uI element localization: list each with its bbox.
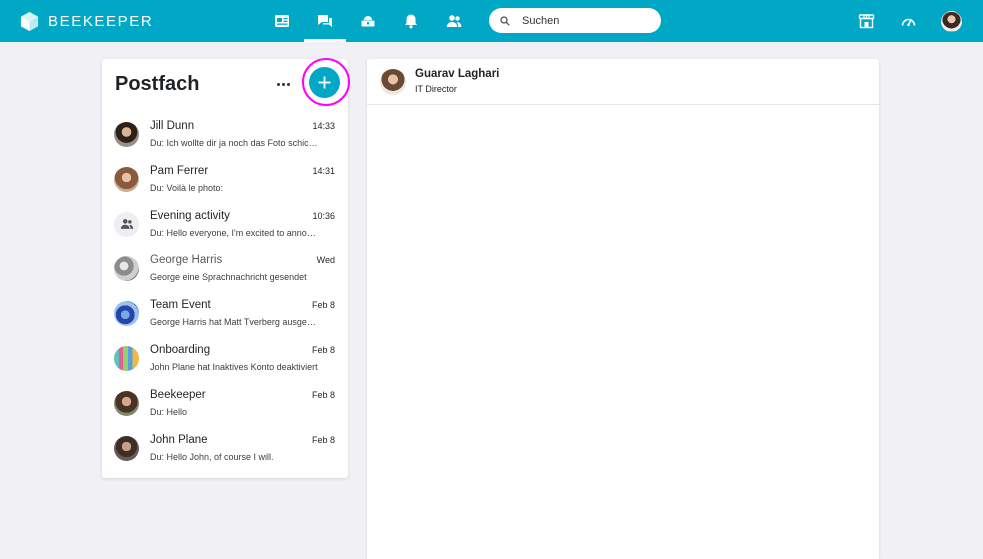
dashboard-button[interactable] xyxy=(891,0,925,42)
conversation-time: Wed xyxy=(316,255,335,266)
toolbox-icon xyxy=(361,16,375,27)
avatar xyxy=(114,390,139,416)
conversation-time: Feb 8 xyxy=(311,434,335,445)
contact-name[interactable]: Guarav Laghari xyxy=(415,68,499,80)
nav-chats[interactable] xyxy=(304,0,346,42)
nav-newsfeed[interactable] xyxy=(261,0,303,42)
user-avatar[interactable] xyxy=(941,11,962,32)
conversation-name: John Plane xyxy=(150,433,208,446)
inbox-title: Postfach xyxy=(115,73,200,95)
avatar xyxy=(114,256,139,282)
conversation-name: Beekeeper xyxy=(150,388,206,401)
more-dots-icon xyxy=(276,82,280,86)
conversation-item[interactable]: Jill Dunn 14:33 Du: Ich wollte dir ja no… xyxy=(102,115,348,160)
conversation-time: Feb 8 xyxy=(311,300,335,311)
conversation-time: Feb 8 xyxy=(311,344,335,355)
conversation-preview: Du: Hello everyone, I'm excited to annou… xyxy=(150,227,318,238)
conversation-item[interactable]: George Harris Wed George eine Sprachnach… xyxy=(102,249,348,294)
conversation-time: 10:36 xyxy=(312,210,335,221)
conversation-name: Evening activity xyxy=(150,209,230,222)
conversation-item[interactable]: Onboarding Feb 8 John Plane hat Inaktive… xyxy=(102,339,348,384)
conversation-time: Feb 8 xyxy=(311,389,335,400)
conversation-preview: Du: Hello John, of course I will. xyxy=(150,451,274,462)
conversation-name: Jill Dunn xyxy=(150,120,195,132)
conversation-item[interactable]: John Plane Feb 8 Du: Hello John, of cour… xyxy=(102,429,348,474)
avatar xyxy=(114,435,139,461)
avatar xyxy=(114,122,139,147)
store-icon xyxy=(858,13,874,28)
contact-avatar[interactable] xyxy=(380,69,406,95)
conversation-item[interactable]: Pam Ferrer 14:31 Du: Voilà le photo: xyxy=(102,160,348,205)
inbox-panel: Postfach Jill Dunn 14:33 Du: Ich wollte … xyxy=(102,58,350,478)
search-box[interactable] xyxy=(489,8,661,33)
more-dots-icon xyxy=(281,82,285,86)
avatar xyxy=(114,166,139,192)
brand[interactable]: BEEKEEPER xyxy=(20,10,153,32)
conversation-preview: George Harris hat Matt Tverberg ausgewäh… xyxy=(150,317,318,328)
people-icon xyxy=(446,15,462,27)
conversation-item[interactable]: Beekeeper Feb 8 Du: Hello xyxy=(102,384,348,429)
conversation-name: George Harris xyxy=(150,254,223,267)
conversation-item[interactable]: Team Event Feb 8 George Harris hat Matt … xyxy=(102,294,348,339)
bell-icon xyxy=(405,14,417,29)
avatar xyxy=(114,345,139,371)
conversation-item[interactable]: Evening activity 10:36 Du: Hello everyon… xyxy=(102,205,348,250)
nav-tools[interactable] xyxy=(347,0,389,42)
contact-role: IT Director xyxy=(415,84,457,94)
avatar xyxy=(114,301,139,327)
conversation-name: Onboarding xyxy=(150,343,211,356)
conversation-preview: Du: Hello xyxy=(150,406,188,417)
conversation-preview: John Plane hat Inaktives Konto deaktivie… xyxy=(150,361,318,372)
chat-icon xyxy=(318,15,332,27)
group-icon xyxy=(120,219,133,229)
more-dots-icon xyxy=(286,82,290,86)
store-button[interactable] xyxy=(849,0,883,42)
conversation-preview: Du: Voilà le photo: xyxy=(150,182,224,193)
search-input[interactable] xyxy=(522,14,652,27)
new-conversation-button[interactable] xyxy=(309,67,340,98)
conversation-time: 14:33 xyxy=(312,121,335,131)
group-avatar xyxy=(114,211,139,237)
conversation-preview: George eine Sprachnachricht gesendet xyxy=(150,272,307,283)
search-icon xyxy=(500,15,510,26)
conversation-time: 14:31 xyxy=(312,165,335,176)
conversation-preview: Du: Ich wollte dir ja noch das Foto schi… xyxy=(150,138,318,148)
chat-header[interactable]: Guarav Laghari IT Director xyxy=(367,59,879,105)
conversation-list: Jill Dunn 14:33 Du: Ich wollte dir ja no… xyxy=(102,115,348,473)
top-navigation-bar: BEEKEEPER xyxy=(0,0,983,42)
nav-people[interactable] xyxy=(433,0,475,42)
more-options-button[interactable] xyxy=(271,74,295,94)
nav-notifications[interactable] xyxy=(390,0,432,42)
chat-panel: Guarav Laghari IT Director xyxy=(367,59,879,559)
beekeeper-logo-icon xyxy=(20,11,39,31)
brand-name: BEEKEEPER xyxy=(48,12,154,30)
plus-icon xyxy=(318,76,331,89)
conversation-name: Team Event xyxy=(150,299,211,312)
newsfeed-icon xyxy=(275,15,289,27)
dashboard-icon xyxy=(901,18,915,26)
conversation-name: Pam Ferrer xyxy=(150,164,209,177)
